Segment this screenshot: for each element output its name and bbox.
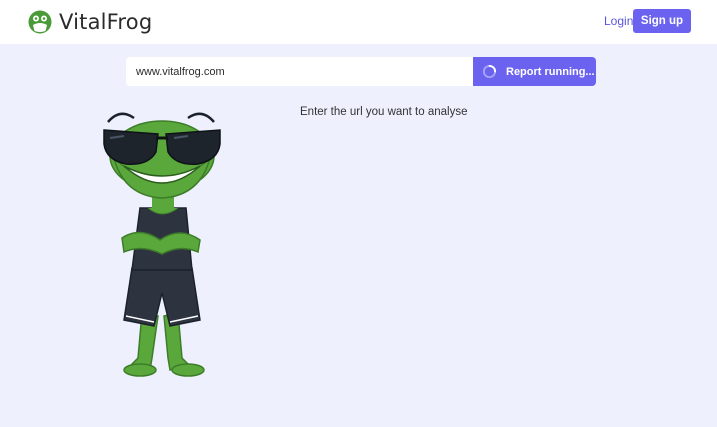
run-report-button[interactable]: Report running...	[473, 57, 596, 86]
instruction-text: Enter the url you want to analyse	[300, 106, 468, 118]
signup-button[interactable]: Sign up	[633, 9, 691, 33]
url-input[interactable]	[126, 57, 474, 86]
brand-name: VitalFrog	[59, 10, 153, 34]
run-report-label: Report running...	[506, 65, 595, 78]
frog-mascot-illustration	[103, 112, 221, 377]
brand-logo[interactable]: VitalFrog	[28, 9, 152, 35]
top-header: VitalFrog Login Sign up	[0, 0, 717, 44]
loading-spinner-icon	[482, 64, 497, 79]
frog-logo-icon	[28, 10, 52, 34]
login-link[interactable]: Login	[604, 14, 633, 28]
